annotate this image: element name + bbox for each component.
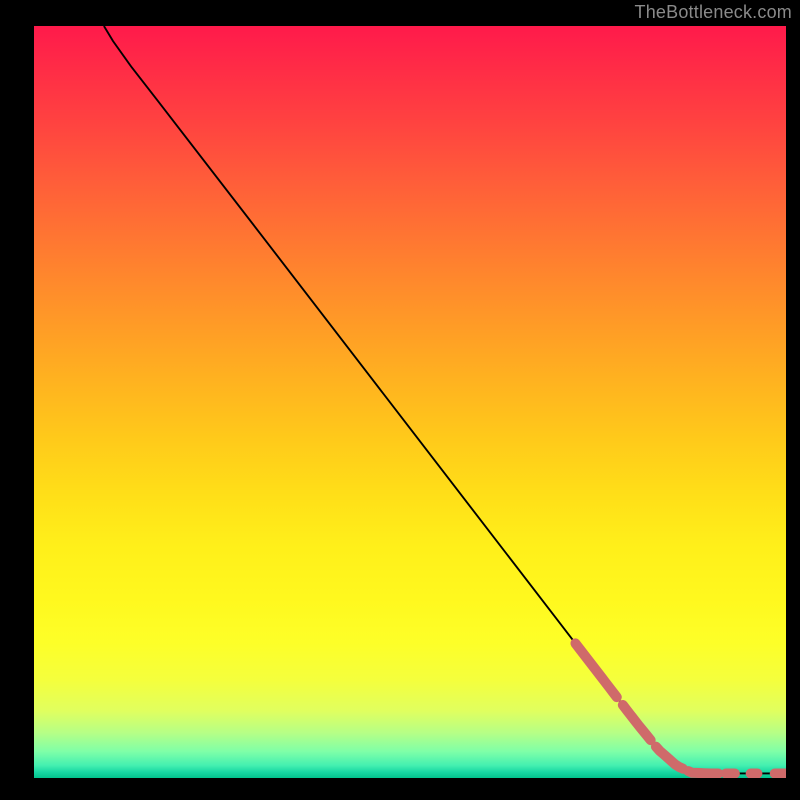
highlight-span-2 <box>656 747 683 769</box>
highlight-group <box>575 643 786 773</box>
curve-svg <box>34 26 786 778</box>
plot-area <box>34 26 786 778</box>
attribution-text: TheBottleneck.com <box>635 2 792 23</box>
highlight-span-0 <box>575 643 616 697</box>
highlight-span-1 <box>623 705 651 740</box>
chart-stage: TheBottleneck.com <box>0 0 800 800</box>
highlight-span-3 <box>688 771 718 773</box>
bottleneck-curve-path <box>104 26 786 773</box>
